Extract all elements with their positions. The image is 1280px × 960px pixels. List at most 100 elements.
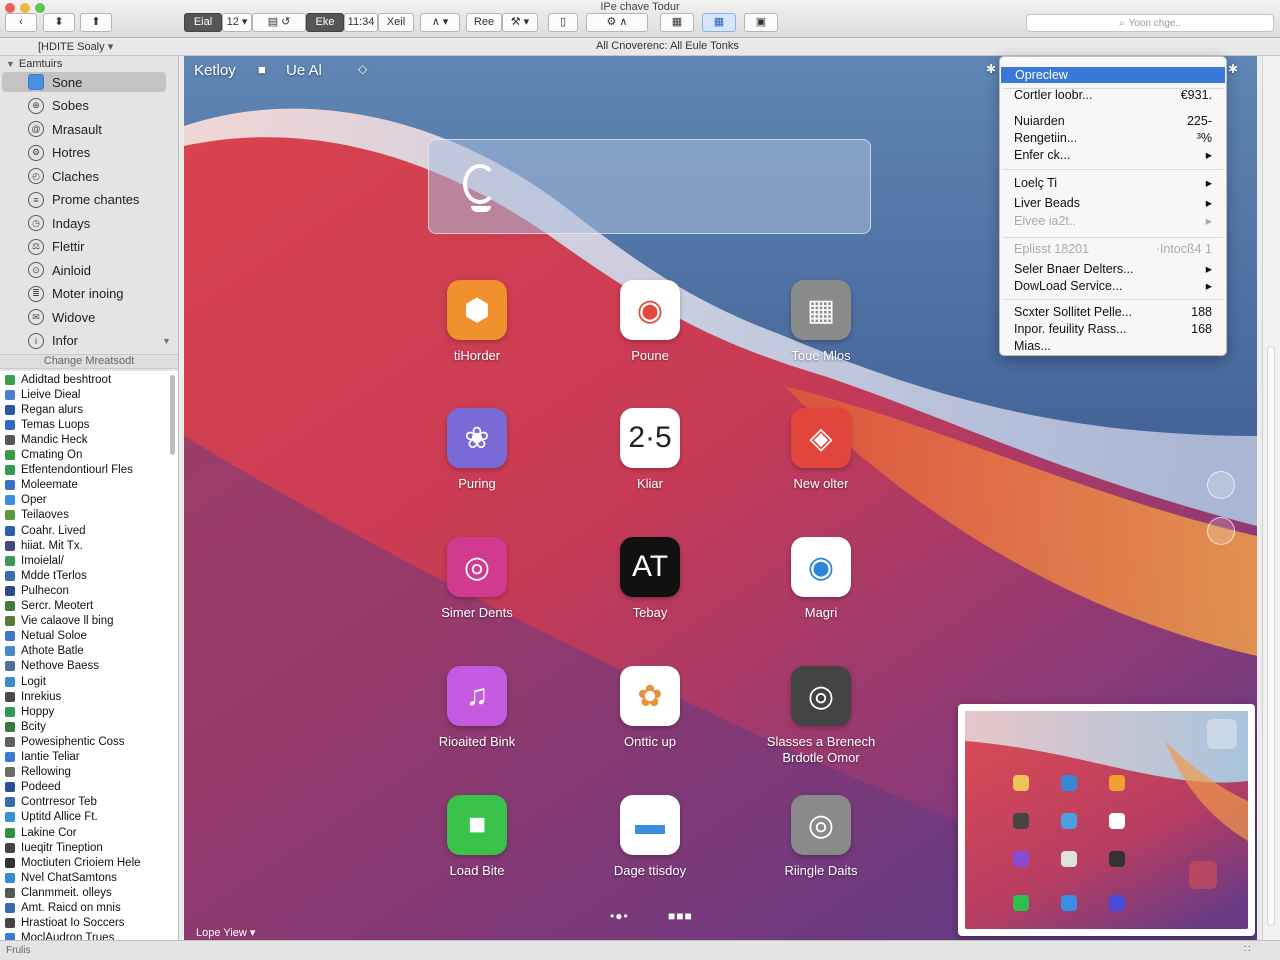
file-list-item[interactable]: Temas Luops	[5, 417, 89, 432]
file-list-item[interactable]: Hrastioat Io Soccers	[5, 916, 125, 931]
file-list-item[interactable]: Imoielal/	[5, 553, 64, 568]
file-list-item[interactable]: Mandic Heck	[5, 432, 87, 447]
bug-icon[interactable]: ✱	[1228, 62, 1238, 76]
file-list-item[interactable]: Adidtad beshtroot	[5, 372, 111, 387]
diamond-icon[interactable]: ◇	[358, 62, 367, 76]
file-list-item[interactable]: Bcity	[5, 719, 46, 734]
file-list-item[interactable]: Lakine Cor	[5, 825, 77, 840]
file-list-item[interactable]: Mdde tTerlos	[5, 568, 87, 583]
file-list-item[interactable]: Rellowing	[5, 765, 71, 780]
menu-item[interactable]: DowLoad Service... ▸	[1000, 278, 1226, 295]
search-input[interactable]: ⌕ Yoon chge..	[1026, 14, 1274, 32]
sidebar-item[interactable]: ◷ Indays	[2, 213, 166, 233]
format-button[interactable]: ▤ ↺	[252, 13, 306, 32]
app-icon-tile[interactable]: AT Tebay	[575, 537, 725, 621]
file-list-item[interactable]: Moctiuten Crioiem Hele	[5, 855, 141, 870]
app-icon-tile[interactable]: ■ Load Bite	[402, 795, 552, 879]
menu-item[interactable]: Rengetiin... ³%	[1000, 130, 1226, 147]
menu-item[interactable]: Seler Bnaer Delters... ▸	[1000, 261, 1226, 278]
app-icon-tile[interactable]: ▬ Dage ttisdoy	[575, 795, 725, 879]
font-dropdown[interactable]: Eial	[184, 13, 222, 32]
sidebar-item[interactable]: ≣ Moter inoing	[2, 284, 166, 304]
menu-item[interactable]: Cortler loobr... €931.	[1000, 87, 1226, 104]
menu-item[interactable]: Enfer ck... ▸	[1000, 147, 1226, 164]
app-icon-tile[interactable]: ◎ Riingle Daits	[746, 795, 896, 879]
time-button[interactable]: 11:34	[344, 13, 378, 32]
file-list-item[interactable]: Inrekius	[5, 689, 61, 704]
file-list-item[interactable]: Iantie Teliar	[5, 750, 80, 765]
app-icon-tile[interactable]: ♫ Rioaited Bink	[402, 666, 552, 750]
resize-grip-icon[interactable]: ∷	[1244, 944, 1250, 955]
preview-window[interactable]	[958, 704, 1255, 936]
file-list-item[interactable]: Sercr. Meotert	[5, 599, 93, 614]
share-button[interactable]: ⬆	[80, 13, 112, 32]
menu-item[interactable]: Loelç Ti ▸	[1000, 175, 1226, 192]
file-list-item[interactable]: Netual Soloe	[5, 629, 87, 644]
ree-button[interactable]: Ree	[466, 13, 502, 32]
menu-item[interactable]: Liver Beads ▸	[1000, 195, 1226, 212]
file-list-item[interactable]: Powesiphentic Coss	[5, 734, 125, 749]
file-list-item[interactable]: Hoppy	[5, 704, 54, 719]
app-icon-tile[interactable]: ❀ Puring	[402, 408, 552, 492]
page-dots-left[interactable]: •●•	[610, 909, 629, 923]
tools-dropdown[interactable]: ⚒ ▾	[502, 13, 538, 32]
file-list-item[interactable]: Logit	[5, 674, 46, 689]
menu-item[interactable]: Inpor. feuility Rass... 168	[1000, 321, 1226, 338]
app-icon-tile[interactable]: ◉ Poune	[575, 280, 725, 364]
page-dots-right[interactable]: ■■■	[668, 909, 693, 923]
file-list-item[interactable]: Contrresor Teb	[5, 795, 97, 810]
file-list-item[interactable]: Cmating On	[5, 448, 82, 463]
file-list-item[interactable]: Oper	[5, 493, 47, 508]
menu-item[interactable]: Nuiarden 225-	[1000, 113, 1226, 130]
app-icon-tile[interactable]: ⬢ tiHorder	[402, 280, 552, 364]
sidebar-item[interactable]: ✉ Widove	[2, 307, 166, 327]
sidebar-item[interactable]: ⚙ Hotres	[2, 143, 166, 163]
file-list-item[interactable]: Amt. Raicd on mnis	[5, 901, 121, 916]
view-selector[interactable]: Lope Yiew ▾	[196, 926, 255, 939]
app-icon-tile[interactable]: ✿ Onttic up	[575, 666, 725, 750]
file-list-item[interactable]: Teilaoves	[5, 508, 69, 523]
file-list-item[interactable]: Nethove Baess	[5, 659, 99, 674]
file-list-item[interactable]: Moleemate	[5, 478, 78, 493]
layout-button[interactable]: ▦	[660, 13, 694, 32]
sidebar-item[interactable]: Sone	[2, 72, 166, 92]
sort-button[interactable]: ⬍	[43, 13, 75, 32]
path-selector[interactable]: [HDITE Soaly ▾	[38, 40, 113, 53]
mode-button[interactable]: Eke	[306, 13, 344, 32]
file-list-item[interactable]: Nvel ChatSamtons	[5, 870, 117, 885]
sidebar-header[interactable]: ▼ Eamtuirs	[0, 57, 62, 71]
file-list-item[interactable]: Podeed	[5, 780, 61, 795]
file-list-item[interactable]: Vie calaove ll bing	[5, 614, 114, 629]
widget-card[interactable]	[428, 139, 871, 234]
file-list-item[interactable]: Etfentendontiourl Fles	[5, 463, 133, 478]
scroll-thumb[interactable]	[1267, 346, 1275, 926]
menu-item-highlighted[interactable]: Opreclew	[1001, 67, 1225, 83]
file-list-item[interactable]: Athote Batle	[5, 644, 84, 659]
font-size-dropdown[interactable]: 12 ▾	[222, 13, 252, 32]
text-case-dropdown[interactable]: ∧ ▾	[420, 13, 460, 32]
file-list-item[interactable]: Coahr. Lived	[5, 523, 86, 538]
settings-button[interactable]: ⚙ ∧	[586, 13, 648, 32]
sidebar-item[interactable]: ⊙ Ainloid	[2, 260, 166, 280]
style-button[interactable]: Xeil	[378, 13, 414, 32]
file-list-item[interactable]: Regan alurs	[5, 402, 83, 417]
sidebar-item[interactable]: ⚖ Flettir	[2, 237, 166, 257]
app-icon-tile[interactable]: 2·5 Kliar	[575, 408, 725, 492]
side-shield-button[interactable]	[1207, 471, 1235, 499]
app-icon-tile[interactable]: ◈ New olter	[746, 408, 896, 492]
app-icon-tile[interactable]: ◎ Simer Dents	[402, 537, 552, 621]
side-trash-button[interactable]	[1207, 517, 1235, 545]
view-button[interactable]: ▦	[702, 13, 736, 32]
file-list-item[interactable]: Lieive Dieal	[5, 387, 80, 402]
sidebar-item[interactable]: i Infor	[2, 331, 166, 351]
back-button[interactable]: ‹	[5, 13, 37, 32]
list-scrollbar[interactable]	[170, 375, 175, 455]
star-icon[interactable]: ✱	[986, 62, 996, 76]
media-button[interactable]: ▣	[744, 13, 778, 32]
file-list-item[interactable]: Iueqitr Tineption	[5, 840, 103, 855]
file-list-item[interactable]: MoclAudron Trues	[5, 931, 114, 940]
sidebar-item[interactable]: @ Mrasault	[2, 119, 166, 139]
menu-item[interactable]: Mias...	[1000, 338, 1226, 355]
menu-item[interactable]: Scxter Sollitet Pelle... 188	[1000, 304, 1226, 321]
sidebar-item[interactable]: ≡ Prome chantes	[2, 190, 166, 210]
